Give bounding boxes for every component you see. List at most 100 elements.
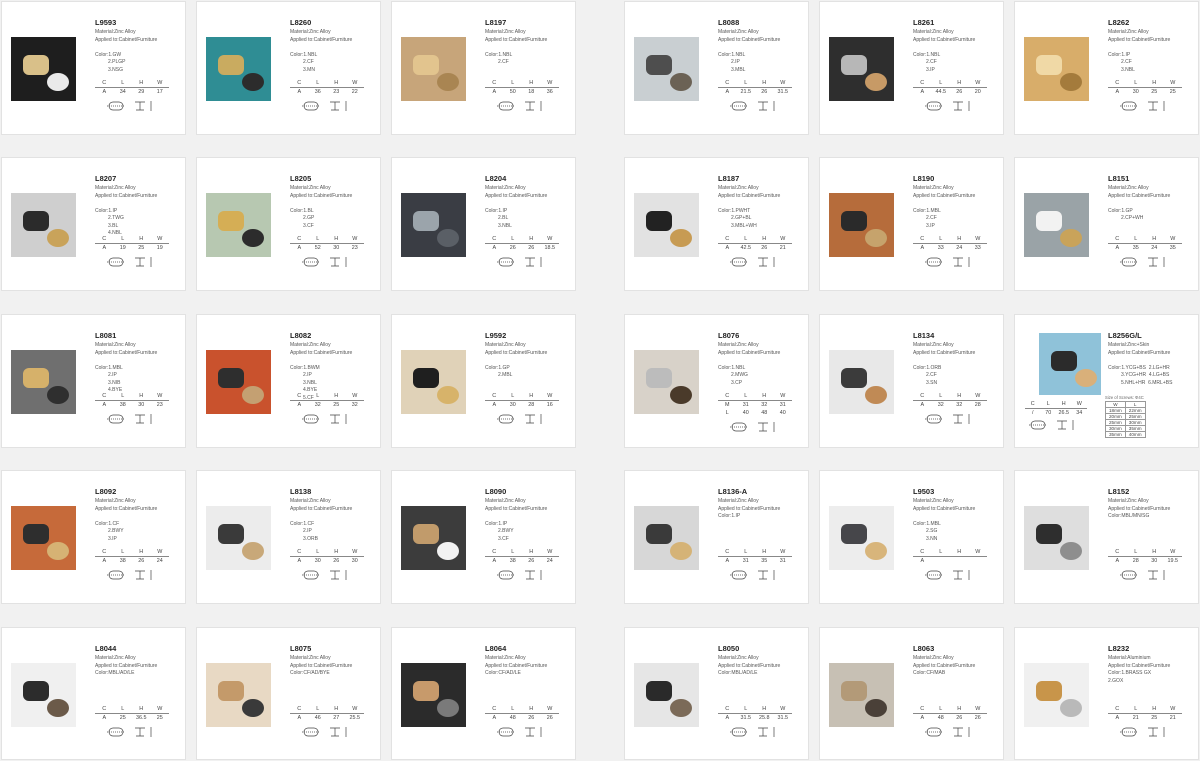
product-card[interactable]: L8136-A Material:Zinc Alloy Applied to:Cab… xyxy=(624,470,809,604)
dimension-cell: 31 xyxy=(742,558,749,564)
product-card[interactable]: L8256G/L Material:Zinc+Skin Applied to:Cab… xyxy=(1014,314,1199,448)
product-card[interactable]: L8187 Material:Zinc Alloy Applied to:Cabin… xyxy=(624,157,809,291)
knob-shape xyxy=(841,681,867,701)
dimension-table: C L H W A 38 30 23 xyxy=(95,392,169,409)
product-code: L8205 xyxy=(290,174,312,183)
dimension-header-cell: L xyxy=(939,706,943,712)
product-specs: Material:Zinc Alloy Applied to:Cabinet/Fu… xyxy=(913,29,975,74)
product-photo xyxy=(634,506,699,570)
dimension-cell: A xyxy=(920,715,925,721)
dimension-header-cell: C xyxy=(492,706,497,712)
spec-line: Applied to:Cabinet/Furniture xyxy=(95,505,158,512)
dimension-header-cell: L xyxy=(744,706,748,712)
dimension-cell: 36.5 xyxy=(136,715,147,721)
dimension-cell: 44.5 xyxy=(935,89,947,95)
knob-shape xyxy=(23,211,49,231)
spec-line: Color:1.NBL xyxy=(913,51,941,58)
product-card[interactable]: L8138 Material:Zinc Alloy Applied to:Cabin… xyxy=(196,470,381,604)
spec-line: Applied to:Cabinet/Furniture xyxy=(290,192,353,199)
knob-shape xyxy=(413,524,439,544)
dimension-header-cell: L xyxy=(744,236,748,242)
dimension-cell: A xyxy=(1115,89,1120,95)
product-card[interactable]: L8261 Material:Zinc Alloy Applied to:Cabin… xyxy=(819,1,1004,135)
product-card[interactable]: L8090 Material:Zinc Alloy Applied to:Cabin… xyxy=(391,470,576,604)
dimension-table: C L H W A 36 23 22 xyxy=(290,79,364,96)
dimension-header: CLHW xyxy=(95,392,169,401)
dimension-table: C L H W A 31 35 31 xyxy=(718,548,792,565)
product-photo xyxy=(206,663,271,727)
dimension-header: CLHW xyxy=(1108,548,1182,557)
dimension-table: C L H W A 44.5 26 20 xyxy=(913,79,987,96)
knob-shape xyxy=(413,368,439,388)
product-card[interactable]: L8207 Material:Zinc Alloy Applied to:Cabin… xyxy=(1,157,186,291)
dimension-header-cell: W xyxy=(780,80,786,86)
product-card[interactable]: L9593 Material:Zinc Alloy Applied to:Cabin… xyxy=(1,1,186,135)
product-card[interactable]: L9592 Material:Zinc Alloy Applied to:Cabin… xyxy=(391,314,576,448)
product-card[interactable]: L8205 Material:Zinc Alloy Applied to:Cabin… xyxy=(196,157,381,291)
product-code: L8050 xyxy=(718,644,740,653)
dimension-header-cell: C xyxy=(1030,401,1035,407)
product-card[interactable]: L8197 Material:Zinc Alloy Applied to:Cabin… xyxy=(391,1,576,135)
dimension-header-cell: H xyxy=(334,80,339,86)
product-code: L8261 xyxy=(913,18,935,27)
dimension-cell: A xyxy=(492,558,497,564)
dimension-header-cell: W xyxy=(157,549,163,555)
product-card[interactable]: L8050 Material:Zinc Alloy Applied to:Cabin… xyxy=(624,627,809,760)
spec-line: 3.NSG xyxy=(108,66,124,73)
spec-line: Color:1.NBL xyxy=(718,364,746,371)
dimension-cell: 24 xyxy=(546,558,553,564)
dimension-drawing xyxy=(923,99,983,113)
dimension-header-cell: H xyxy=(529,393,534,399)
product-card[interactable]: L8204 Material:Zinc Alloy Applied to:Cabin… xyxy=(391,157,576,291)
spec-line: 2.IP xyxy=(303,372,312,378)
dimension-header-cell: C xyxy=(725,80,730,86)
knob-shape xyxy=(1075,369,1097,387)
product-card[interactable]: L8262 Material:Zinc Alloy Applied to:Cabin… xyxy=(1014,1,1199,135)
product-card[interactable]: L8260 Material:Zinc Alloy Applied to:Cabin… xyxy=(196,1,381,135)
knob-shape xyxy=(23,55,49,75)
dimension-header-cell: H xyxy=(334,549,339,555)
dimension-drawing xyxy=(1118,725,1178,739)
spec-line xyxy=(485,200,547,208)
product-card[interactable]: L8082 Material:Zinc Alloy Applied to:Cabin… xyxy=(196,314,381,448)
dimension-header-cell: H xyxy=(529,706,534,712)
product-code: L8082 xyxy=(290,331,312,340)
dimension-header: CLHW xyxy=(913,705,987,714)
product-card[interactable]: L8044 Material:Zinc Alloy Applied to:Cabin… xyxy=(1,627,186,760)
spec-line: Applied to:Cabinet/Furniture xyxy=(290,505,353,512)
product-card[interactable]: L8092 Material:Zinc Alloy Applied to:Cabin… xyxy=(1,470,186,604)
product-card[interactable]: L8075 Material:Zinc Alloy Applied to:Cabin… xyxy=(196,627,381,760)
dimension-header-cell: W xyxy=(975,80,981,86)
dimension-row: A xyxy=(913,557,987,565)
spec-line: Applied to:Cabinet/Furniture xyxy=(913,349,976,356)
dimension-cell: A xyxy=(102,245,107,251)
dimension-cell: 29 xyxy=(138,89,145,95)
dimension-drawing xyxy=(495,568,555,582)
product-specs: Material:Zinc Alloy Applied to:Cabinet/Fu… xyxy=(1108,185,1170,223)
product-card[interactable]: L8152 Material:Zinc Alloy Applied to:Cabin… xyxy=(1014,470,1199,604)
dimension-header-cell: L xyxy=(744,549,748,555)
spec-line: 3.CP xyxy=(731,379,743,386)
product-card[interactable]: L8134 Material:Zinc Alloy Applied to:Cabin… xyxy=(819,314,1004,448)
product-card[interactable]: L8088 Material:Zinc Alloy Applied to:Cabin… xyxy=(624,1,809,135)
knob-shape xyxy=(47,542,69,560)
product-card[interactable]: L8232 Material:Aluminium Applied to:Cabine… xyxy=(1014,627,1199,760)
product-card[interactable]: L8063 Material:Zinc Alloy Applied to:Cabin… xyxy=(819,627,1004,760)
dimension-cell: 25 xyxy=(138,245,145,251)
dimension-header-cell: C xyxy=(492,393,497,399)
product-card[interactable]: L8081 Material:Zinc Alloy Applied to:Cabin… xyxy=(1,314,186,448)
product-specs: Material:Zinc Alloy Applied to:Cabinet/Fu… xyxy=(95,185,157,238)
dimension-header-cell: H xyxy=(139,393,144,399)
spec-line xyxy=(95,44,157,52)
product-card[interactable]: L8076 Material:Zinc Alloy Applied to:Cabin… xyxy=(624,314,809,448)
product-card[interactable]: L8190 Material:Zinc Alloy Applied to:Cabin… xyxy=(819,157,1004,291)
product-card[interactable]: L8064 Material:Zinc Alloy Applied to:Cabin… xyxy=(391,627,576,760)
dimension-table: C L H W A 38 26 24 xyxy=(485,548,559,565)
dimension-table: C L H W M 31 32 31 L 40 48 40 xyxy=(718,392,792,417)
dimension-cell: 26 xyxy=(546,715,553,721)
product-card[interactable]: L8151 Material:Zinc Alloy Applied to:Cabin… xyxy=(1014,157,1199,291)
dimension-header-cell: L xyxy=(511,236,515,242)
dimension-cell: L xyxy=(725,410,729,416)
product-card[interactable]: L9503 Material:Zinc Alloy Applied to:Cabin… xyxy=(819,470,1004,604)
dimension-header-cell: H xyxy=(1061,401,1066,407)
